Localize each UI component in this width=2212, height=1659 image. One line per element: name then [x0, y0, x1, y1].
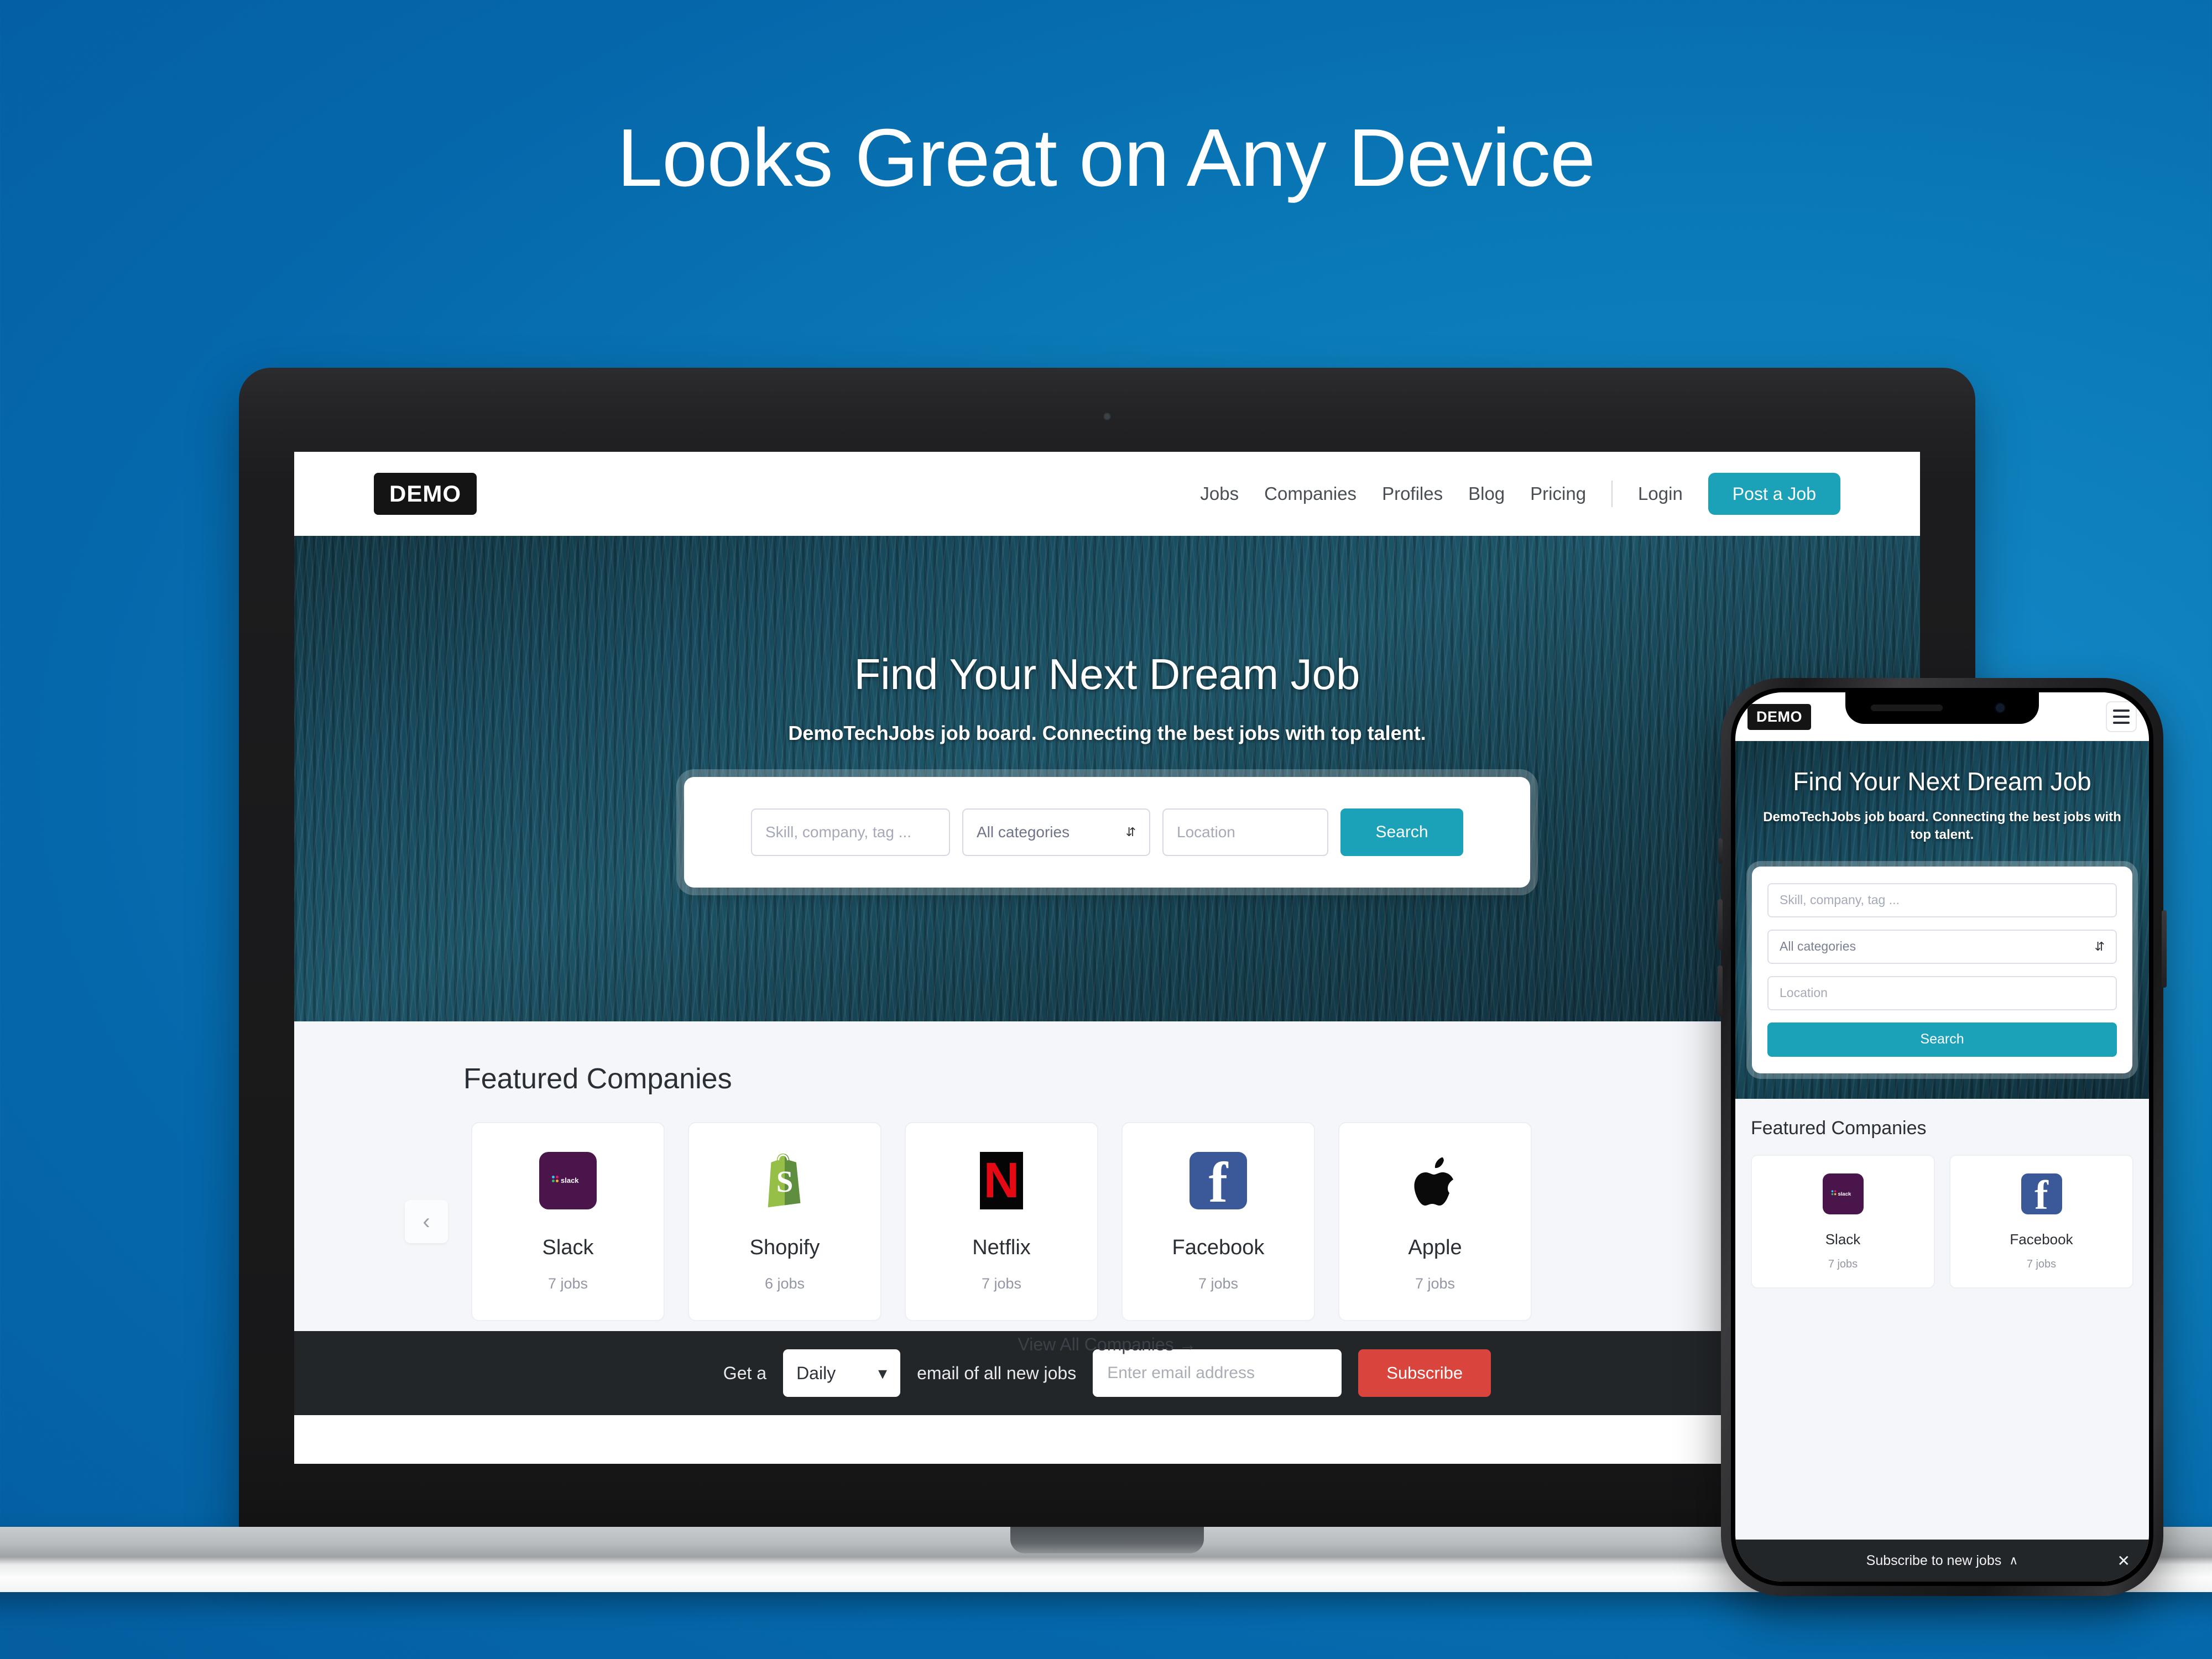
mobile-company-card-slack[interactable]: slack Slack 7 jobs [1751, 1154, 1935, 1288]
subscribe-email-input[interactable]: Enter email address [1093, 1349, 1342, 1397]
mobile-featured-companies-section: Featured Companies slack Slack 7 jobs f … [1735, 1098, 2149, 1540]
company-job-count: 7 jobs [1198, 1275, 1239, 1292]
phone-notch [1845, 692, 2039, 724]
chevron-down-icon: ▾ [878, 1363, 888, 1383]
mobile-company-card-facebook[interactable]: f Facebook 7 jobs [1949, 1154, 2133, 1288]
featured-companies-title: Featured Companies [463, 1063, 732, 1095]
post-a-job-button[interactable]: Post a Job [1708, 473, 1840, 515]
close-icon[interactable]: ✕ [2117, 1552, 2130, 1570]
mobile-company-cards: slack Slack 7 jobs f Facebook 7 jobs [1751, 1154, 2133, 1288]
netflix-logo-icon: N [973, 1152, 1030, 1209]
company-name: Slack [542, 1236, 594, 1259]
mobile-search-category-value: All categories [1780, 939, 1856, 954]
chevron-updown-icon: ⇵ [1125, 825, 1136, 839]
phone-speaker-icon [1871, 705, 1943, 711]
search-keyword-input[interactable]: Skill, company, tag ... [751, 808, 950, 856]
slack-logo-icon: slack [539, 1152, 597, 1209]
phone-bezel: DEMO Find Your Next Dream Job DemoTechJo… [1731, 688, 2153, 1586]
mobile-subscribe-bar[interactable]: Subscribe to new jobs ∧ ✕ [1735, 1540, 2149, 1582]
hero-title: Find Your Next Dream Job [854, 650, 1360, 698]
laptop-device-mockup: DEMO Jobs Companies Profiles Blog Pricin… [0, 368, 2212, 1592]
company-name: Facebook [1172, 1236, 1265, 1259]
subscribe-frequency-select[interactable]: Daily ▾ [783, 1349, 901, 1397]
mobile-job-search-form: Skill, company, tag ... All categories ⇵… [1752, 866, 2132, 1073]
company-job-count: 7 jobs [547, 1275, 588, 1292]
svg-text:S: S [776, 1165, 794, 1198]
company-card-slack[interactable]: slack Slack 7 jobs [471, 1122, 665, 1321]
mobile-search-keyword-input[interactable]: Skill, company, tag ... [1767, 883, 2117, 917]
facebook-logo-icon: f [1190, 1152, 1247, 1212]
slack-logo-icon: slack [1822, 1173, 1864, 1214]
job-search-form: Skill, company, tag ... All categories ⇵… [684, 777, 1530, 888]
view-all-companies-link[interactable]: View All Companies → [294, 1334, 1920, 1355]
nav-item-blog[interactable]: Blog [1468, 483, 1505, 504]
search-category-select[interactable]: All categories ⇵ [962, 808, 1150, 856]
nav-item-pricing[interactable]: Pricing [1530, 483, 1586, 504]
company-name: Apple [1408, 1236, 1462, 1259]
mobile-hero-title: Find Your Next Dream Job [1793, 767, 2091, 796]
phone-front-camera-icon [1995, 702, 2006, 713]
apple-logo-icon [1406, 1152, 1464, 1209]
mobile-featured-title: Featured Companies [1751, 1117, 1927, 1139]
shopify-logo-icon: S [756, 1152, 813, 1209]
nav-item-companies[interactable]: Companies [1264, 483, 1357, 504]
brand-logo[interactable]: DEMO [374, 473, 477, 515]
company-name: Netflix [972, 1236, 1031, 1259]
mobile-search-location-input[interactable]: Location [1767, 975, 2117, 1010]
company-job-count: 7 jobs [2026, 1258, 2057, 1270]
nav-divider [1611, 481, 1613, 507]
chevron-up-icon[interactable]: ∧ [2009, 1553, 2018, 1568]
featured-companies-section: Featured Companies ‹ slack Slack 7 jobs … [294, 1021, 1920, 1354]
subscribe-prefix-label: Get a [723, 1363, 767, 1383]
search-location-input[interactable]: Location [1162, 808, 1328, 856]
company-job-count: 7 jobs [1828, 1258, 1858, 1270]
mobile-hero-section: Find Your Next Dream Job DemoTechJobs jo… [1735, 741, 2149, 1099]
mobile-search-category-select[interactable]: All categories ⇵ [1767, 929, 2117, 964]
company-job-count: 7 jobs [1415, 1275, 1455, 1292]
nav-item-profiles[interactable]: Profiles [1382, 483, 1443, 504]
company-job-count: 7 jobs [981, 1275, 1022, 1292]
phone-volume-up-button[interactable] [1718, 899, 1723, 950]
company-name: Facebook [2010, 1230, 2073, 1248]
facebook-logo-icon: f [2021, 1173, 2062, 1216]
company-job-count: 6 jobs [764, 1275, 805, 1292]
company-card-shopify[interactable]: S Shopify 6 jobs [688, 1122, 881, 1321]
desktop-hero-section: Find Your Next Dream Job DemoTechJobs jo… [294, 536, 1920, 1021]
hamburger-icon[interactable] [2106, 701, 2137, 732]
phone-mute-switch[interactable] [1718, 838, 1723, 864]
svg-text:slack: slack [1838, 1191, 1851, 1197]
nav-item-login[interactable]: Login [1638, 483, 1683, 504]
subscribe-suffix-label: email of all new jobs [917, 1363, 1077, 1383]
mobile-search-button[interactable]: Search [1767, 1022, 2117, 1057]
laptop-screen: DEMO Jobs Companies Profiles Blog Pricin… [294, 452, 1920, 1464]
phone-screen: DEMO Find Your Next Dream Job DemoTechJo… [1735, 692, 2149, 1582]
laptop-base-notch [1010, 1527, 1204, 1553]
phone-device-mockup: DEMO Find Your Next Dream Job DemoTechJo… [1718, 678, 2167, 1596]
phone-power-button[interactable] [2162, 910, 2167, 988]
search-category-value: All categories [977, 823, 1070, 841]
desktop-navbar: DEMO Jobs Companies Profiles Blog Pricin… [294, 452, 1920, 536]
company-card-facebook[interactable]: f Facebook 7 jobs [1121, 1122, 1315, 1321]
chevron-updown-icon: ⇵ [2094, 939, 2105, 953]
company-card-apple[interactable]: Apple 7 jobs [1338, 1122, 1532, 1321]
mobile-subscribe-label: Subscribe to new jobs [1866, 1552, 2002, 1568]
company-name: Shopify [749, 1236, 820, 1259]
subscribe-frequency-value: Daily [796, 1363, 836, 1383]
mobile-brand-logo[interactable]: DEMO [1747, 703, 1811, 730]
company-name: Slack [1825, 1230, 1861, 1248]
desktop-nav-links: Jobs Companies Profiles Blog Pricing Log… [1200, 473, 1840, 515]
mobile-hero-subtitle: DemoTechJobs job board. Connecting the b… [1763, 810, 2121, 843]
svg-text:slack: slack [561, 1176, 579, 1185]
laptop-webcam-icon [1103, 412, 1112, 421]
page-title: Looks Great on Any Device [617, 112, 1595, 204]
phone-volume-down-button[interactable] [1718, 966, 1723, 1016]
companies-carousel: ‹ slack Slack 7 jobs S Shopify 6 jobs N … [294, 1122, 1920, 1321]
company-card-netflix[interactable]: N Netflix 7 jobs [905, 1122, 1098, 1321]
carousel-prev-icon[interactable]: ‹ [405, 1200, 448, 1243]
subscribe-button[interactable]: Subscribe [1358, 1349, 1491, 1397]
search-button[interactable]: Search [1340, 808, 1463, 856]
hero-subtitle: DemoTechJobs job board. Connecting the b… [788, 722, 1426, 744]
nav-item-jobs[interactable]: Jobs [1200, 483, 1239, 504]
